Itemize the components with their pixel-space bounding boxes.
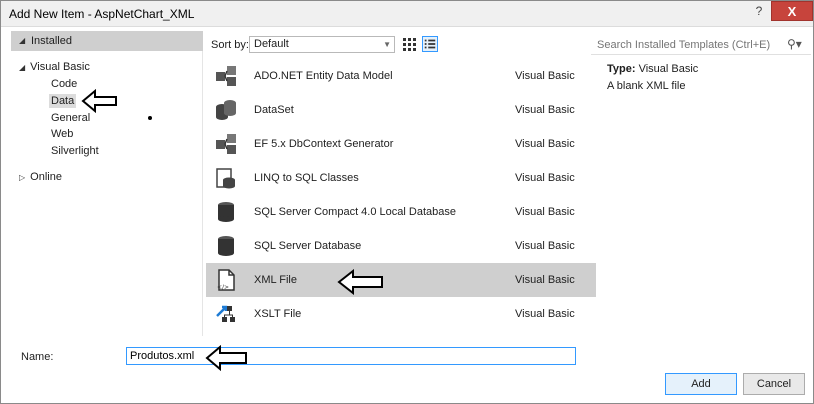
annotation-arrow-icon: [205, 345, 247, 371]
title-bar: Add New Item - AspNetChart_XML ? X: [1, 1, 813, 27]
template-row-ef-dbcontext-generator[interactable]: EF 5.x DbContext Generator Visual Basic: [206, 127, 596, 161]
expanded-triangle-icon: ◢: [19, 36, 26, 45]
xslt-file-icon: [216, 305, 235, 322]
help-button[interactable]: ?: [747, 1, 771, 21]
database-icon: [218, 202, 234, 222]
name-label: Name:: [21, 351, 54, 363]
tree-item-silverlight[interactable]: Silverlight: [51, 145, 99, 157]
template-row-xml-file[interactable]: </> XML File Visual Basic: [206, 263, 596, 297]
dbcontext-generator-icon: [216, 134, 236, 154]
linq-to-sql-icon: [216, 168, 235, 189]
tree-item-code[interactable]: Code: [51, 78, 77, 90]
search-input[interactable]: [595, 37, 780, 53]
type-value: Visual Basic: [638, 63, 699, 75]
list-view-icon[interactable]: [422, 36, 438, 52]
dataset-icon: [216, 100, 236, 120]
xml-file-icon: </>: [217, 269, 235, 291]
database-icon: [218, 236, 234, 256]
search-icon[interactable]: ⚲▾: [787, 37, 802, 51]
tree-node-installed[interactable]: ◢ Installed: [11, 31, 203, 51]
search-templates: ⚲▾: [591, 35, 811, 55]
window-title: Add New Item - AspNetChart_XML: [9, 7, 195, 21]
template-row-dataset[interactable]: DataSet Visual Basic: [206, 93, 596, 127]
template-description: Type: Visual Basic A blank XML file: [607, 63, 807, 97]
name-input[interactable]: [126, 347, 576, 365]
cancel-button[interactable]: Cancel: [743, 373, 805, 395]
annotation-dot: [148, 116, 152, 120]
add-new-item-dialog: Add New Item - AspNetChart_XML ? X ◢ Ins…: [0, 0, 814, 404]
description-text: A blank XML file: [607, 80, 686, 92]
tree-node-visual-basic[interactable]: ◢ Visual Basic: [19, 61, 90, 73]
tree-node-online[interactable]: ▷ Online: [19, 171, 62, 183]
entity-model-icon: [216, 66, 236, 86]
template-row-sql-server-compact[interactable]: SQL Server Compact 4.0 Local Database Vi…: [206, 195, 596, 229]
collapsed-triangle-icon: ▷: [19, 173, 26, 182]
tree-item-data[interactable]: Data: [49, 94, 77, 108]
template-category-tree: ◢ Installed ◢ Visual Basic Code Data Gene…: [11, 31, 203, 336]
add-button[interactable]: Add: [665, 373, 737, 395]
chevron-down-icon: ▼: [383, 40, 391, 49]
sort-by-label: Sort by:: [211, 39, 249, 51]
template-row-xslt-file[interactable]: XSLT File Visual Basic: [206, 297, 596, 331]
sort-by-dropdown[interactable]: Default ▼: [249, 36, 395, 53]
template-list: ADO.NET Entity Data Model Visual Basic D…: [206, 59, 596, 339]
annotation-arrow-icon: [81, 89, 117, 113]
tree-item-web[interactable]: Web: [51, 128, 73, 140]
template-toolbar: Sort by: Default ▼: [206, 31, 596, 55]
svg-text:</>: </>: [217, 284, 229, 291]
template-row-linq-to-sql-classes[interactable]: LINQ to SQL Classes Visual Basic: [206, 161, 596, 195]
close-button[interactable]: X: [771, 1, 813, 21]
expanded-triangle-icon: ◢: [19, 63, 26, 72]
type-label: Type:: [607, 63, 636, 75]
template-row-sql-server-database[interactable]: SQL Server Database Visual Basic: [206, 229, 596, 263]
template-row-ado-net-entity-data-model[interactable]: ADO.NET Entity Data Model Visual Basic: [206, 59, 596, 93]
grid-view-icon[interactable]: [401, 36, 417, 52]
tree-item-general[interactable]: General: [51, 112, 90, 124]
annotation-arrow-icon: [337, 269, 383, 295]
